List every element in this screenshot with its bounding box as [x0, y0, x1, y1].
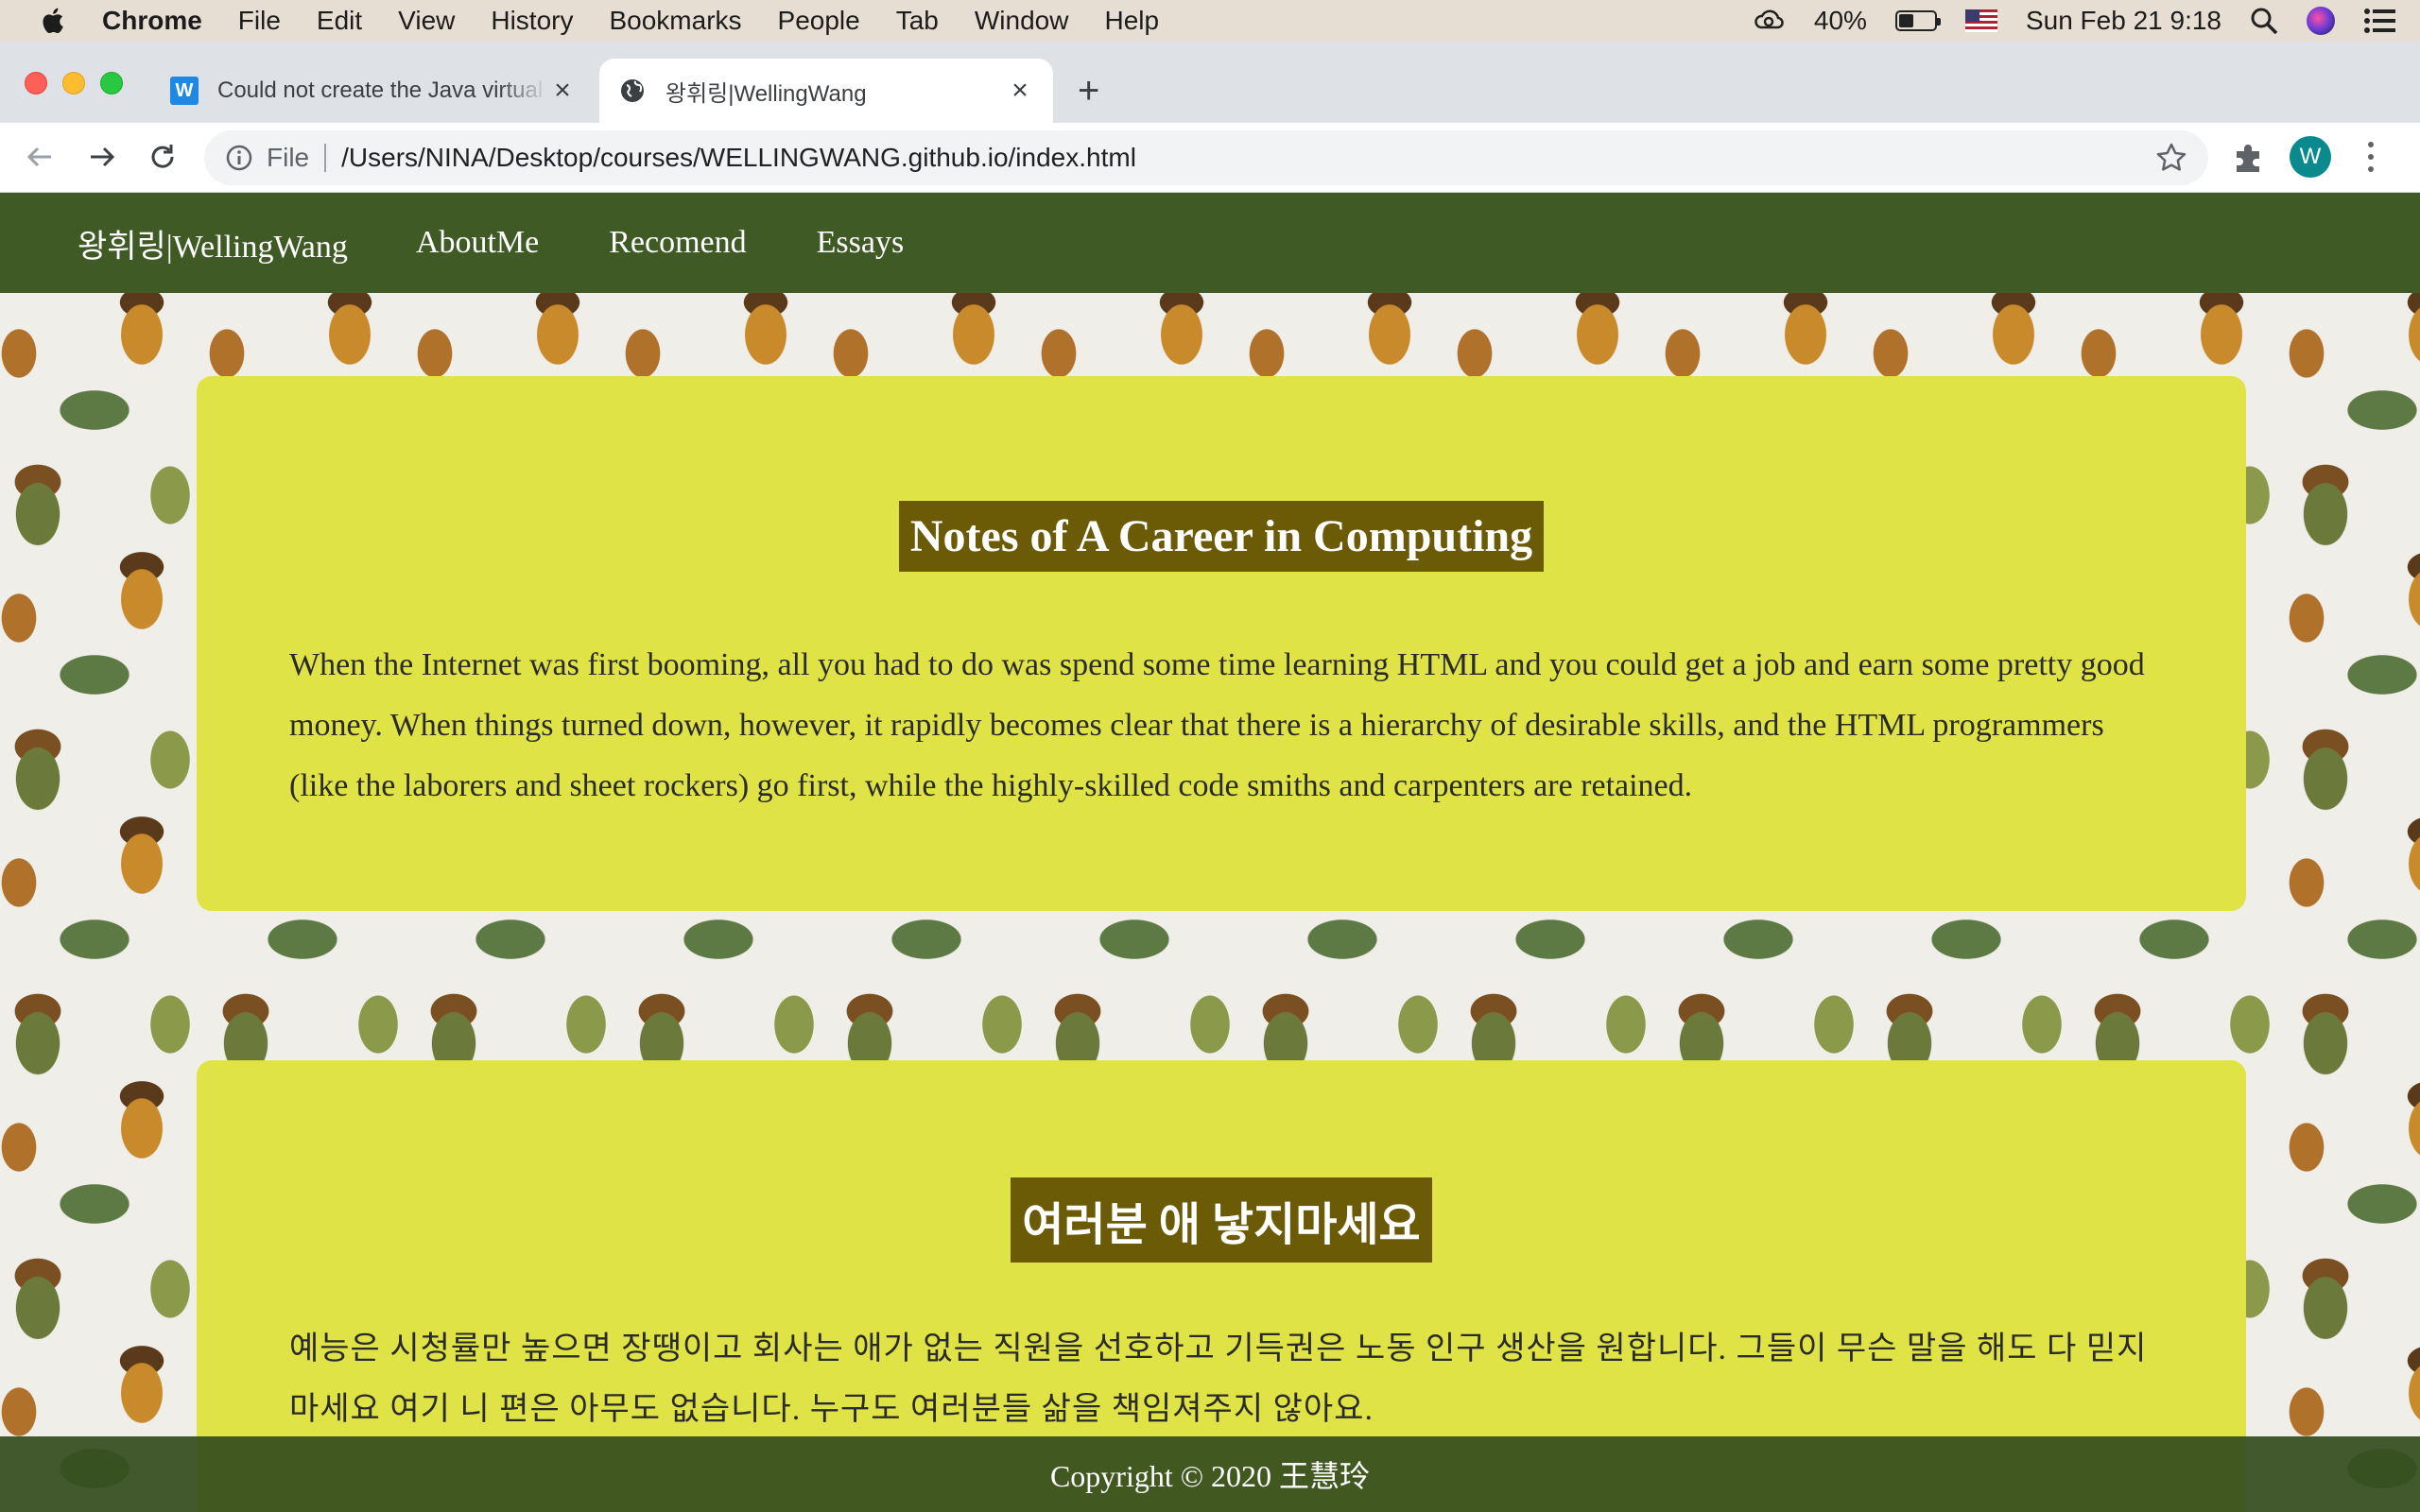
- forward-button[interactable]: [83, 138, 121, 176]
- article-title: 여러분 애 낳지마세요: [197, 1177, 2246, 1263]
- tab-strip: W Could not create the Java virtual mach…: [0, 42, 2420, 123]
- url-text[interactable]: /Users/NINA/Desktop/courses/WELLINGWANG.…: [341, 143, 1136, 173]
- forward-arrow-icon: [91, 146, 115, 167]
- article-body: When the Internet was first booming, all…: [289, 647, 2145, 803]
- article-title: Notes of A Career in Computing: [197, 501, 2246, 572]
- window-close-button[interactable]: [25, 72, 47, 94]
- article-card: Notes of A Career in Computing When the …: [197, 376, 2246, 911]
- creative-cloud-icon[interactable]: [1754, 9, 1786, 33]
- menu-bookmarks[interactable]: Bookmarks: [609, 6, 741, 36]
- nav-link-essays[interactable]: Essays: [817, 225, 905, 261]
- info-icon[interactable]: [225, 144, 253, 172]
- bookmark-star-icon[interactable]: [2155, 142, 2187, 174]
- menu-extras: 40% Sun Feb 21 9:18: [1754, 0, 2397, 42]
- chrome-menu-kebab-icon[interactable]: [2360, 138, 2382, 176]
- url-scheme: File: [267, 143, 310, 172]
- new-tab-plus-icon[interactable]: +: [1078, 72, 1099, 110]
- menu-view[interactable]: View: [398, 6, 455, 36]
- tab-title: 왕휘링|WellingWang: [666, 80, 867, 107]
- menu-help[interactable]: Help: [1104, 6, 1159, 36]
- nav-link-recomend[interactable]: Recomend: [609, 225, 746, 261]
- control-center-icon[interactable]: [2363, 7, 2397, 35]
- article-body: 예능은 시청률만 높으면 장땡이고 회사는 애가 없는 직원을 선호하고 기득권…: [289, 1332, 2148, 1427]
- menu-app-name[interactable]: Chrome: [102, 6, 202, 36]
- reload-button[interactable]: [144, 138, 182, 176]
- input-source-flag-icon[interactable]: [1964, 9, 1997, 32]
- menu-window[interactable]: Window: [975, 6, 1069, 36]
- window-zoom-button[interactable]: [100, 72, 123, 94]
- siri-icon[interactable]: [2307, 7, 2335, 35]
- back-button[interactable]: [21, 138, 59, 176]
- nav-link-aboutme[interactable]: AboutMe: [416, 225, 539, 261]
- tab-java-error[interactable]: W Could not create the Java virtual mach…: [151, 59, 596, 123]
- browser-toolbar: File /Users/NINA/Desktop/courses/WELLING…: [0, 123, 2420, 193]
- address-bar[interactable]: File /Users/NINA/Desktop/courses/WELLING…: [204, 130, 2208, 185]
- tab-close-icon[interactable]: ×: [548, 75, 577, 107]
- menu-tab[interactable]: Tab: [896, 6, 939, 36]
- site-navbar: 왕휘링|WellingWang AboutMe Recomend Essays: [0, 193, 2420, 293]
- spotlight-search-icon[interactable]: [2250, 7, 2278, 35]
- macos-menu-bar: Chrome File Edit View History Bookmarks …: [0, 0, 2420, 42]
- clock[interactable]: Sun Feb 21 9:18: [2026, 6, 2221, 36]
- battery-percent: 40%: [1813, 6, 1867, 35]
- apple-icon[interactable]: [38, 5, 70, 37]
- site-brand-link[interactable]: 왕휘링|WellingWang: [78, 220, 348, 266]
- menu-edit[interactable]: Edit: [317, 6, 362, 36]
- profile-avatar[interactable]: W: [2290, 136, 2331, 178]
- menu-history[interactable]: History: [491, 6, 573, 36]
- site-footer: Copyright © 2020 王慧玲: [0, 1436, 2420, 1512]
- globe-icon: [621, 79, 644, 102]
- tab-wellingwang[interactable]: 왕휘링|WellingWang ×: [599, 59, 1053, 123]
- reload-icon: [151, 145, 174, 168]
- page-viewport: 왕휘링|WellingWang AboutMe Recomend Essays …: [0, 193, 2420, 1512]
- back-arrow-icon: [26, 146, 51, 167]
- menu-file[interactable]: File: [238, 6, 281, 36]
- window-minimize-button[interactable]: [62, 72, 85, 94]
- divider: [324, 144, 327, 172]
- w-favicon-icon: W: [170, 77, 199, 105]
- menu-people[interactable]: People: [778, 6, 860, 36]
- tab-title: Could not create the Java virtual machin…: [217, 77, 548, 103]
- battery-icon[interactable]: [1894, 10, 1941, 31]
- tab-close-icon[interactable]: ×: [1006, 75, 1034, 107]
- extensions-puzzle-icon[interactable]: [2231, 140, 2267, 176]
